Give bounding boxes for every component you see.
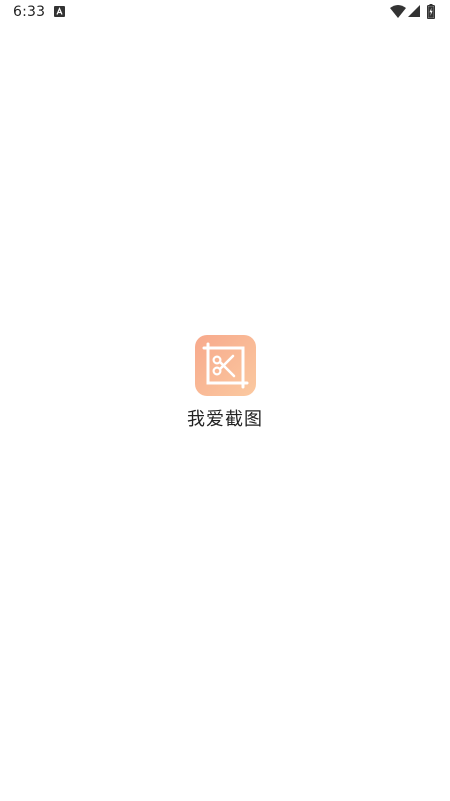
status-bar: 6:33: [0, 0, 450, 24]
screenshot-crop-scissors-icon: [195, 335, 256, 396]
splash-screen: 6:33 我爱截图: [0, 0, 450, 801]
wifi-icon: [390, 5, 406, 18]
a-notification-icon: [54, 6, 65, 17]
status-time: 6:33: [13, 4, 46, 20]
battery-charging-icon: [427, 4, 435, 19]
app-name: 我爱截图: [187, 409, 263, 430]
cell-signal-icon: [408, 5, 420, 17]
